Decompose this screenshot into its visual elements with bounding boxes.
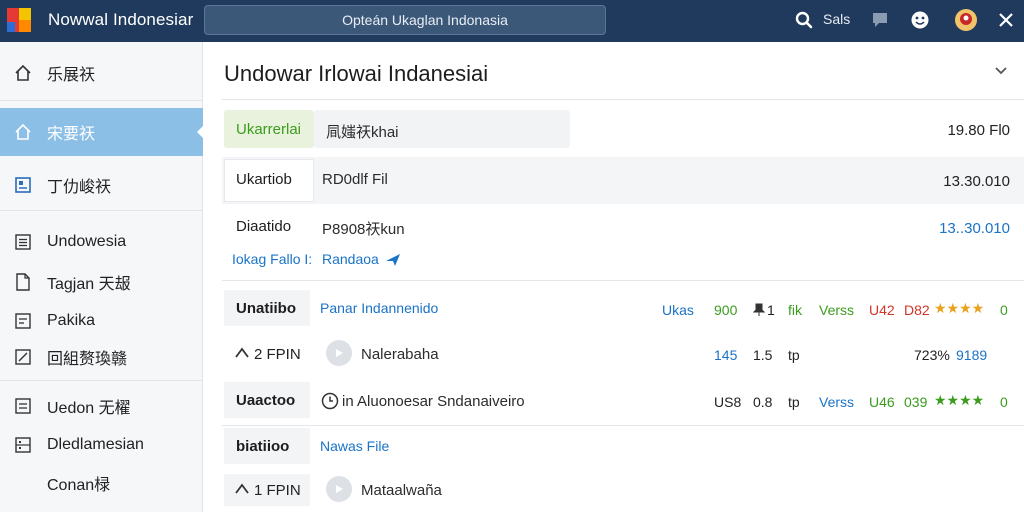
sidebar-item-tagjan[interactable]: Tagjan 天叝	[0, 262, 203, 302]
main-panel: Undowar Irlowai Indanesiai Ukarrerlai 凬媸…	[204, 42, 1024, 512]
list-icon	[13, 398, 33, 414]
link-label[interactable]: Iokag Fallo I:	[232, 251, 312, 267]
send-icon[interactable]	[385, 253, 401, 267]
row-text[interactable]: Panar Indannenido	[320, 300, 438, 316]
row-cell: 039	[904, 394, 928, 410]
add-icon[interactable]	[326, 476, 352, 502]
pin-icon	[753, 303, 765, 316]
app-title: Nowwal Indonesiar	[48, 10, 194, 29]
sidebar-item-pakika[interactable]: Pakika	[0, 301, 203, 341]
row-value: 19.80 Fl0	[947, 122, 1010, 139]
row-value: 13..30.010	[939, 220, 1010, 237]
status-label: Sals	[823, 11, 851, 27]
caret-up-icon[interactable]	[235, 483, 249, 495]
row-cell: 0	[1000, 394, 1008, 410]
row-label: Uaactoo	[236, 392, 296, 409]
home-icon	[13, 123, 33, 141]
sidebar-item-label: Dledlamesian	[47, 436, 144, 453]
row-cell: 145	[714, 347, 738, 363]
row-label: 1 FPIN	[254, 482, 301, 499]
row-text[interactable]: Nawas File	[320, 438, 389, 454]
row-cell: Verss	[819, 394, 855, 410]
row-cell: D82	[904, 302, 930, 318]
row-label: Diaatido	[236, 218, 292, 235]
app-logo	[7, 8, 31, 32]
row-cell: 723%	[914, 347, 950, 363]
row-label: Unatiibo	[236, 300, 296, 317]
row-cell: 1	[767, 302, 775, 318]
sidebar-item-images[interactable]: 丁仂峻祆	[0, 164, 203, 206]
row-cell: fik	[788, 302, 802, 318]
divider	[0, 100, 203, 101]
row-text: Nalerabaha	[361, 346, 439, 363]
row-text: 凬媸祆khai	[326, 124, 399, 141]
sidebar-item-undowesia[interactable]: Undowesia	[0, 222, 203, 262]
rating-stars: ★★★★	[934, 392, 985, 408]
chat-icon[interactable]	[871, 9, 889, 31]
row-text: RD0dlf Fil	[322, 171, 388, 188]
sidebar-item-label: Tagjan 天叝	[47, 276, 131, 293]
home-icon	[13, 64, 33, 82]
play-icon[interactable]	[326, 340, 352, 366]
avatar[interactable]	[954, 9, 978, 31]
divider	[0, 380, 203, 381]
list-icon	[13, 234, 33, 250]
form-icon	[13, 313, 33, 329]
sidebar-item-label: Undowesia	[47, 233, 127, 250]
sidebar-item-uedon[interactable]: Uedon 无櫂	[0, 386, 203, 426]
row-label: Ukartiob	[236, 171, 292, 188]
row-label: biatiioo	[236, 438, 290, 455]
grid-icon	[13, 437, 33, 453]
row-label: Ukarrerlai	[236, 121, 302, 138]
row-cell: 9189	[956, 347, 988, 363]
divider	[222, 280, 1024, 281]
row-cell: 900	[714, 302, 738, 318]
rating-stars: ★★★★	[934, 300, 985, 316]
row-cell: tp	[788, 347, 800, 363]
row-cell: 0	[1000, 302, 1008, 318]
row-value: 13.30.010	[943, 173, 1010, 190]
sidebar-item-label: Pakika	[47, 312, 96, 329]
sidebar: 乐展祆 宋要祆 丁仂峻祆 Undowesia Tagjan 天叝 Pakika	[0, 42, 204, 512]
row-cell: 0.8	[753, 394, 773, 410]
edit-icon	[13, 349, 33, 365]
top-search-input[interactable]: Opteán Ukaglan Indonasia	[204, 5, 606, 35]
sidebar-item-dledlamesian[interactable]: Dledlamesian	[0, 425, 203, 465]
chevron-down-icon[interactable]	[994, 66, 1008, 76]
sidebar-item-home[interactable]: 乐展祆	[0, 52, 203, 94]
sidebar-item-label: Conan椂	[47, 477, 111, 494]
document-icon	[13, 273, 33, 291]
row-label: 2 FPIN	[254, 346, 301, 363]
close-icon[interactable]	[997, 9, 1015, 31]
divider	[222, 99, 1024, 100]
sidebar-item-active[interactable]: 宋要祆	[0, 108, 204, 156]
sidebar-item-label: Uedon 无櫂	[47, 400, 131, 417]
sidebar-item-label: 回組赘瑍赣	[47, 351, 128, 368]
row-text: in Aluonoesar Sndanaiveiro	[342, 393, 525, 410]
sidebar-item-label: 宋要祆	[47, 126, 96, 143]
row-cell: U46	[869, 394, 895, 410]
row-cell: 1.5	[753, 347, 773, 363]
row-link[interactable]: Randaoa	[322, 251, 379, 267]
search-icon[interactable]	[795, 9, 813, 31]
row-cell: Verss	[819, 302, 855, 318]
row-cell: tp	[788, 394, 800, 410]
emoji-icon[interactable]	[910, 9, 930, 31]
divider	[0, 210, 203, 211]
page-title: Undowar Irlowai Indanesiai	[224, 61, 489, 86]
image-icon	[13, 176, 33, 194]
row-cell: U42	[869, 302, 895, 318]
sidebar-item-conan[interactable]: Conan椂	[0, 463, 203, 503]
row-text: Mataalwaña	[361, 482, 442, 499]
divider	[222, 425, 1024, 426]
row-cell: US8	[714, 394, 742, 410]
sidebar-item-label: 乐展祆	[47, 67, 96, 84]
clock-icon	[321, 392, 339, 410]
top-bar: Nowwal Indonesiar Opteán Ukaglan Indonas…	[0, 0, 1024, 42]
row-cell: Ukas	[662, 302, 694, 318]
caret-up-icon[interactable]	[235, 347, 249, 359]
sidebar-item-edit[interactable]: 回組赘瑍赣	[0, 337, 203, 377]
row-text: P8908祆kun	[322, 221, 405, 238]
sidebar-item-label: 丁仂峻祆	[47, 179, 112, 196]
